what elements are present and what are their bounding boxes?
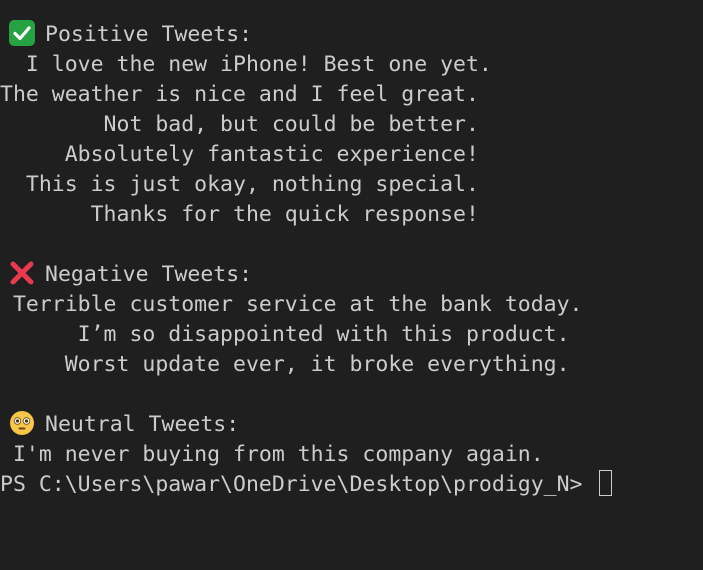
positive-heading-line: Positive Tweets: (0, 20, 703, 50)
positive-tweet: Not bad, but could be better. (0, 112, 479, 137)
negative-tweet: I’m so disappointed with this product. (0, 322, 570, 347)
powershell-prompt-line[interactable]: PS C:\Users\pawar\OneDrive\Desktop\prodi… (0, 470, 703, 500)
positive-tweet: Thanks for the quick response! (0, 202, 479, 227)
flushed-face-icon (9, 410, 35, 436)
terminal-output[interactable]: Positive Tweets: I love the new iPhone! … (0, 20, 703, 500)
negative-tweet: Terrible customer service at the bank to… (0, 292, 583, 317)
text-cursor[interactable] (599, 470, 613, 496)
positive-tweet: The weather is nice and I feel great. (0, 82, 479, 107)
check-mark-icon (9, 20, 35, 46)
cross-mark-icon (9, 260, 35, 286)
negative-tweet: Worst update ever, it broke everything. (0, 352, 570, 377)
positive-heading: Positive Tweets: (45, 22, 253, 47)
powershell-prompt: PS C:\Users\pawar\OneDrive\Desktop\prodi… (0, 472, 596, 497)
neutral-heading-line: Neutral Tweets: (0, 410, 703, 440)
positive-tweet: This is just okay, nothing special. (0, 172, 479, 197)
positive-tweet: Absolutely fantastic experience! (0, 142, 479, 167)
neutral-heading: Neutral Tweets: (45, 412, 240, 437)
negative-heading: Negative Tweets: (45, 262, 253, 287)
neutral-tweet: I'm never buying from this company again… (0, 442, 544, 467)
negative-heading-line: Negative Tweets: (0, 260, 703, 290)
positive-tweet: I love the new iPhone! Best one yet. (0, 52, 492, 77)
